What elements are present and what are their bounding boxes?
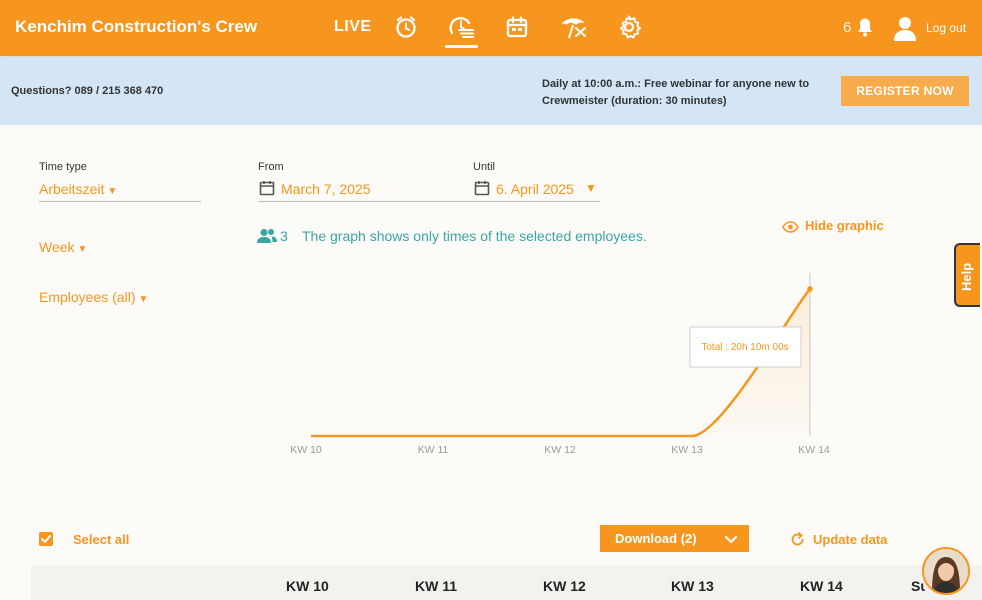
download-button[interactable]: Download (2) — [600, 525, 749, 552]
table-column-header[interactable]: Su — [911, 578, 925, 594]
table-column-header[interactable]: KW 14 — [800, 578, 843, 594]
refresh-icon — [791, 532, 804, 546]
x-tick-label: KW 14 — [798, 444, 830, 456]
x-tick-label: KW 10 — [290, 444, 322, 456]
table-column-header[interactable]: KW 10 — [286, 578, 329, 594]
data-point[interactable] — [807, 286, 813, 292]
tooltip-text: Total : 20h 10m 00s — [701, 342, 788, 353]
check-icon — [41, 535, 51, 543]
support-chat-avatar[interactable] — [922, 547, 970, 595]
table-column-header[interactable]: KW 11 — [415, 578, 457, 594]
chevron-down-icon[interactable] — [725, 525, 737, 552]
update-data-button[interactable]: Update data — [790, 532, 887, 547]
chart-tooltip: Total : 20h 10m 00s — [689, 326, 802, 368]
x-tick-label: KW 12 — [544, 444, 576, 456]
select-all-checkbox[interactable] — [39, 532, 53, 546]
x-tick-label: KW 11 — [418, 444, 449, 456]
download-label: Download (2) — [615, 531, 697, 546]
table-column-header[interactable]: KW 13 — [671, 578, 714, 594]
update-data-label: Update data — [813, 532, 888, 547]
select-all-label[interactable]: Select all — [73, 532, 129, 547]
x-tick-label: KW 13 — [671, 444, 703, 456]
table-column-header[interactable]: KW 12 — [543, 578, 586, 594]
weekly-hours-chart: KW 10 KW 11 KW 12 KW 13 KW 14 Total : 20h 10… — [290, 273, 830, 456]
